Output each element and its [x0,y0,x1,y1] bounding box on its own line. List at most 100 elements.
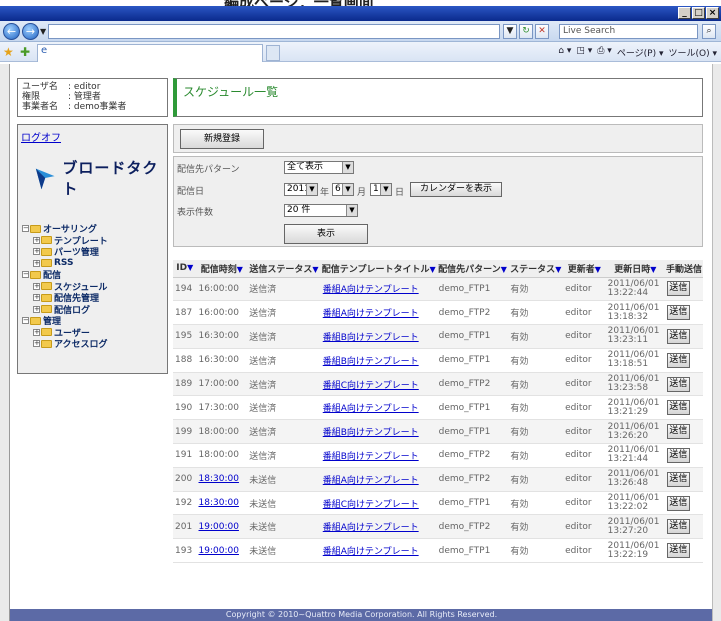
row-template-link[interactable]: 番組C向けテンプレート [323,381,419,391]
new-register-button[interactable]: 新規登録 [180,129,264,149]
collapse-icon[interactable]: − [22,225,29,233]
search-icon[interactable]: ⌕ [702,24,716,39]
nav-tree-item[interactable]: + アクセスログ [22,338,108,350]
sort-icon[interactable]: ▼ [595,265,601,274]
expand-icon[interactable]: + [33,282,40,290]
expand-icon[interactable]: + [33,328,40,336]
close-icon[interactable]: × [706,7,719,19]
column-header[interactable]: 配信時刻▼ [196,260,248,278]
manual-send-button[interactable]: 送信 [666,471,690,487]
row-template-link[interactable]: 番組A向けテンプレート [323,476,419,486]
expand-icon[interactable]: + [33,340,40,348]
search-input[interactable]: Live Search [559,24,698,39]
nav-tree-item[interactable]: + RSS [22,258,108,270]
year-select[interactable]: 2011 ▼ [284,183,318,196]
row-template-link[interactable]: 番組A向けテンプレート [323,309,419,319]
row-template-link[interactable]: 番組B向けテンプレート [323,333,419,343]
nav-tree-item[interactable]: + パーツ管理 [22,246,108,258]
favorites-star-icon[interactable]: ★ [3,45,14,59]
row-template-link[interactable]: 番組B向けテンプレート [323,428,419,438]
sidebar: ログオフ ブロードタクト − オーサリング + テンプレート + パーツ管理 + RSS − 配信… [17,124,168,374]
row-template-link[interactable]: 番組B向けテンプレート [323,357,419,367]
print-icon[interactable]: ⎙ ▾ [597,46,612,59]
sort-icon[interactable]: ▼ [312,265,318,274]
manual-send-button[interactable]: 送信 [666,519,690,535]
feeds-icon[interactable]: ◳ ▾ [576,46,592,59]
logout-link[interactable]: ログオフ [21,129,61,144]
row-time[interactable]: 18:30:00 [199,474,239,484]
sort-icon[interactable]: ▼ [501,265,507,274]
sort-icon[interactable]: ▼ [555,265,561,274]
row-time[interactable]: 18:30:00 [199,498,239,508]
row-pattern-cell: demo_FTP1 [436,538,509,564]
column-header[interactable]: 更新者▼ [563,260,606,278]
row-send-cell: 送信 [664,324,703,349]
expand-icon[interactable]: + [33,259,40,267]
manual-send-button[interactable]: 送信 [666,281,690,297]
expand-icon[interactable]: + [33,294,40,302]
manual-send-button[interactable]: 送信 [666,447,690,463]
manual-send-button[interactable]: 送信 [666,328,690,344]
calendar-button[interactable]: カレンダーを表示 [410,182,502,197]
manual-send-button[interactable]: 送信 [666,305,690,321]
collapse-icon[interactable]: − [22,317,29,325]
manual-send-button[interactable]: 送信 [666,352,690,368]
expand-icon[interactable]: + [33,236,40,244]
column-header[interactable]: ステータス▼ [508,260,564,278]
row-time[interactable]: 19:00:00 [199,546,239,556]
history-dropdown-icon[interactable]: ▼ [40,27,46,36]
row-template-link[interactable]: 番組B向けテンプレート [323,452,419,462]
row-time[interactable]: 19:00:00 [199,522,239,532]
column-header[interactable]: 配信テンプレートタイトル▼ [320,260,437,278]
manual-send-button[interactable]: 送信 [666,376,690,392]
collapse-icon[interactable]: − [22,271,29,279]
sort-icon[interactable]: ▼ [237,265,243,274]
page-menu[interactable]: ページ(P) ▾ [617,46,664,59]
new-tab-button[interactable] [266,45,280,61]
sort-icon[interactable]: ▼ [187,263,193,272]
back-icon[interactable]: ← [3,23,20,40]
company-label: 事業者名 [22,102,59,112]
url-input[interactable] [48,24,500,39]
manual-send-button[interactable]: 送信 [666,543,690,559]
show-button[interactable]: 表示 [284,224,368,244]
row-template-link[interactable]: 番組C向けテンプレート [323,500,419,510]
page-tab[interactable]: e [37,44,263,62]
column-header-label: 手動送信 [665,264,702,275]
minimize-icon[interactable]: _ [678,7,691,19]
pattern-select[interactable]: 全て表示 ▼ [284,161,354,174]
manual-send-button[interactable]: 送信 [666,400,690,416]
maximize-icon[interactable]: □ [692,7,705,19]
tools-menu[interactable]: ツール(O) ▾ [669,46,718,59]
count-select[interactable]: 20 件 ▼ [284,204,358,217]
day-select[interactable]: 1 ▼ [370,183,392,196]
window-titlebar: _ □ × [0,6,721,21]
row-template-link[interactable]: 番組A向けテンプレート [323,404,419,414]
refresh-icon[interactable]: ↻ [519,24,533,39]
column-header[interactable]: 送信ステータス▼ [247,260,321,278]
manual-send-button[interactable]: 送信 [666,495,690,511]
sort-icon[interactable]: ▼ [650,265,656,274]
username-value: editor [73,82,101,92]
column-header[interactable]: 配信先パターン▼ [436,260,509,278]
add-favorite-icon[interactable]: ✚ [20,45,30,59]
row-template-link[interactable]: 番組A向けテンプレート [323,523,419,533]
nav-tree-item[interactable]: + 配信ログ [22,304,108,316]
row-template-link[interactable]: 番組A向けテンプレート [323,285,419,295]
stop-icon[interactable]: ✕ [535,24,549,39]
sort-icon[interactable]: ▼ [429,265,435,274]
manual-send-button[interactable]: 送信 [666,424,690,440]
vertical-scrollbar[interactable] [712,64,721,621]
expand-icon[interactable]: + [33,305,40,313]
row-template-link[interactable]: 番組A向けテンプレート [323,547,419,557]
forward-icon[interactable]: → [22,23,39,40]
url-dropdown-icon[interactable]: ▼ [503,24,517,39]
row-updated-time: 13:18:51 [607,359,649,370]
month-select[interactable]: 6 ▼ [332,183,354,196]
row-time-cell: 18:30:00 [196,491,248,516]
column-header[interactable]: ID▼ [173,260,197,278]
row-updated-time: 13:22:44 [607,287,649,298]
home-icon[interactable]: ⌂ ▾ [558,46,571,59]
expand-icon[interactable]: + [33,248,40,256]
column-header[interactable]: 更新日時▼ [605,260,665,278]
